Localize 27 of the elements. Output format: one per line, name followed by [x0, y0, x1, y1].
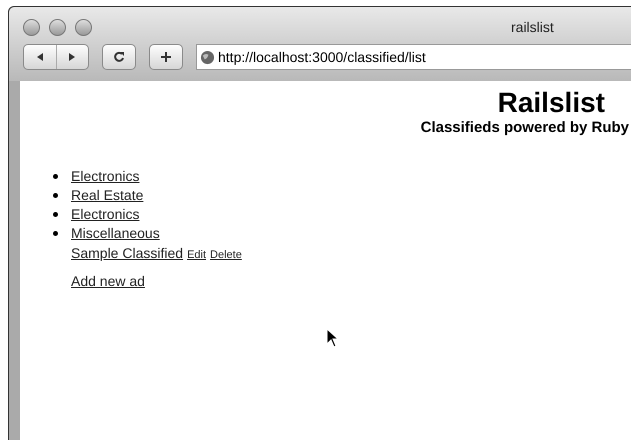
category-link[interactable]: Electronics: [71, 204, 140, 225]
plus-icon: [160, 51, 172, 63]
reload-button[interactable]: [102, 44, 136, 70]
edit-link[interactable]: Edit: [187, 247, 206, 264]
add-bookmark-button[interactable]: [149, 44, 183, 70]
category-link[interactable]: Miscellaneous: [71, 223, 160, 244]
window-title: railslist: [511, 18, 554, 36]
window-control-icon[interactable]: [75, 18, 92, 36]
add-ad-link[interactable]: Add new ad: [71, 273, 145, 289]
window-control-icon[interactable]: [23, 18, 40, 36]
page-heading: Railslist: [498, 87, 605, 119]
left-arrow-icon: [34, 52, 45, 62]
right-arrow-icon: [67, 52, 78, 62]
category-link[interactable]: Real Estate: [71, 185, 144, 206]
category-link[interactable]: Electronics: [71, 166, 140, 187]
reload-icon: [113, 51, 125, 63]
mouse-pointer-icon: [326, 328, 339, 348]
bullet-icon: [53, 193, 58, 198]
delete-link[interactable]: Delete: [210, 247, 242, 264]
ad-link[interactable]: Sample Classified: [71, 243, 184, 264]
bullet-icon: [53, 231, 58, 236]
bullet-icon: [53, 174, 58, 179]
bullet-icon: [53, 212, 58, 217]
address-field[interactable]: http://localhost:3000/classified/list: [196, 44, 631, 70]
page-subheading: Classifieds powered by Ruby: [420, 119, 629, 137]
window-control-icon[interactable]: [49, 18, 66, 36]
globe-icon: [200, 50, 215, 64]
